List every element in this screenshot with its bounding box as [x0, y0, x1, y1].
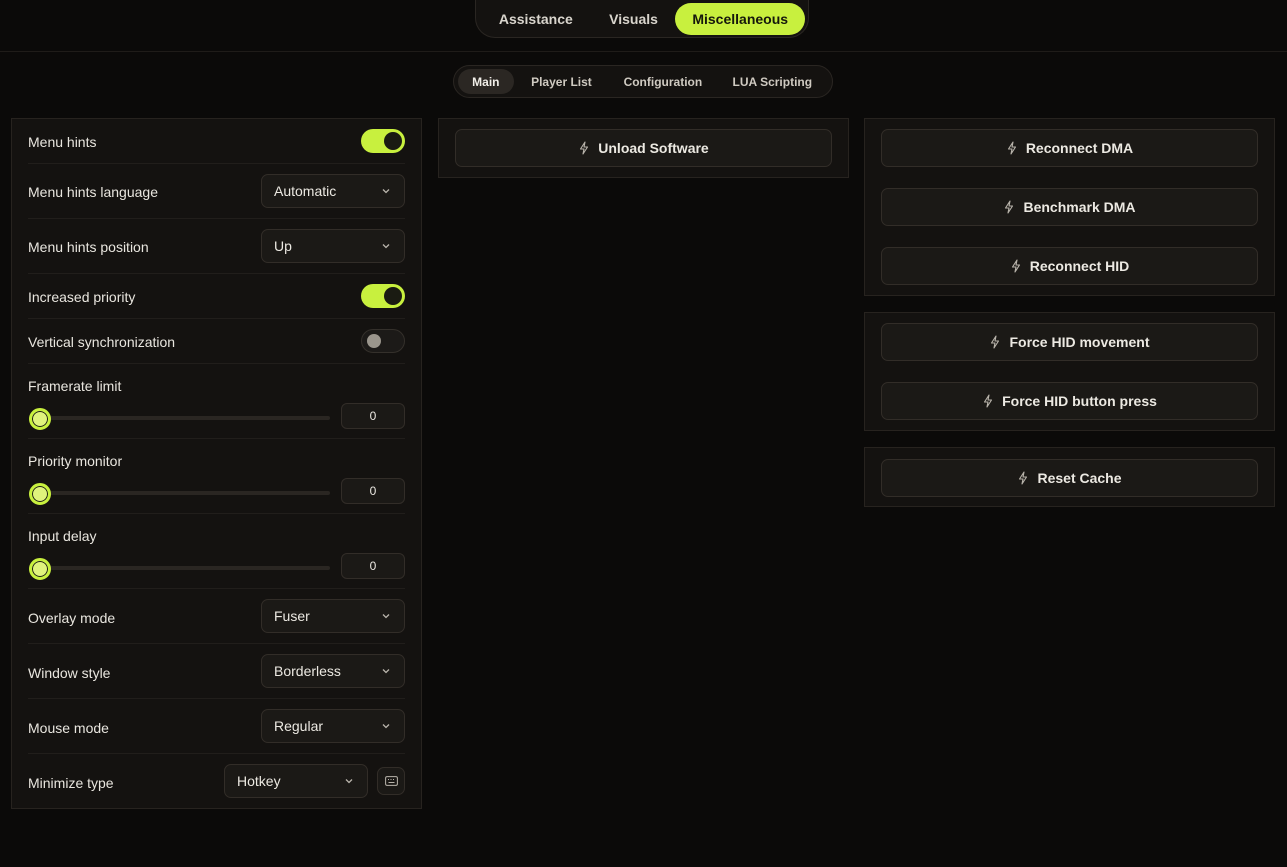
lightning-bolt-icon: [1005, 200, 1014, 214]
setting-menu-hints-language: Menu hints language Automatic: [28, 164, 405, 219]
reset-cache-button[interactable]: Reset Cache: [881, 459, 1258, 497]
lightning-bolt-icon: [1019, 471, 1028, 485]
chevron-down-icon: [345, 779, 353, 784]
setting-input-delay: Input delay 0: [28, 514, 405, 589]
input-delay-slider-handle[interactable]: [29, 558, 51, 580]
menu-hints-label: Menu hints: [28, 134, 97, 150]
force-hid-movement-button[interactable]: Force HID movement: [881, 323, 1258, 361]
minimize-hotkey-button[interactable]: [377, 767, 405, 795]
chevron-down-icon: [382, 669, 390, 674]
reconnect-dma-label: Reconnect DMA: [1025, 140, 1134, 156]
subtab-main[interactable]: Main: [458, 69, 514, 94]
minimize-type-select[interactable]: Hotkey: [224, 764, 368, 798]
sub-tab-bar: Main Player List Configuration LUA Scrip…: [453, 65, 833, 98]
window-style-select[interactable]: Borderless: [261, 654, 405, 688]
minimize-type-value: Hotkey: [237, 773, 281, 789]
setting-menu-hints: Menu hints: [28, 119, 405, 164]
benchmark-dma-label: Benchmark DMA: [1023, 199, 1136, 215]
priority-monitor-input[interactable]: 0: [341, 478, 405, 504]
lightning-bolt-icon: [984, 394, 993, 408]
minimize-type-label: Minimize type: [28, 775, 114, 791]
menu-hints-position-value: Up: [274, 238, 292, 254]
lightning-bolt-icon: [1007, 141, 1016, 155]
framerate-limit-label: Framerate limit: [28, 378, 122, 394]
framerate-limit-slider[interactable]: [38, 416, 330, 420]
increased-priority-toggle[interactable]: [361, 284, 405, 308]
menu-hints-toggle[interactable]: [361, 129, 405, 153]
priority-monitor-slider[interactable]: [38, 491, 330, 495]
main-tab-bar: Assistance Visuals Miscellaneous: [475, 0, 809, 38]
setting-overlay-mode: Overlay mode Fuser: [28, 589, 405, 644]
setting-framerate-limit: Framerate limit 0: [28, 364, 405, 439]
cache-panel: Reset Cache: [864, 447, 1275, 507]
reset-cache-label: Reset Cache: [1037, 470, 1122, 486]
software-panel: Unload Software: [438, 118, 849, 178]
menu-hints-position-select[interactable]: Up: [261, 229, 405, 263]
overlay-mode-value: Fuser: [274, 608, 310, 624]
mouse-mode-label: Mouse mode: [28, 720, 109, 736]
hid-panel: Force HID movement Force HID button pres…: [864, 312, 1275, 431]
subtab-player-list[interactable]: Player List: [514, 69, 609, 94]
window-style-label: Window style: [28, 665, 111, 681]
force-hid-movement-label: Force HID movement: [1009, 334, 1150, 350]
overlay-mode-label: Overlay mode: [28, 610, 116, 626]
menu-hints-language-select[interactable]: Automatic: [261, 174, 405, 208]
vertical-sync-toggle[interactable]: [361, 329, 405, 353]
force-hid-button-press-label: Force HID button press: [1002, 393, 1157, 409]
reconnect-hid-label: Reconnect HID: [1029, 258, 1130, 274]
input-delay-label: Input delay: [28, 528, 97, 544]
increased-priority-label: Increased priority: [28, 289, 136, 305]
input-delay-input[interactable]: 0: [341, 553, 405, 579]
lightning-bolt-icon: [580, 141, 589, 155]
priority-monitor-label: Priority monitor: [28, 453, 123, 469]
setting-increased-priority: Increased priority: [28, 274, 405, 319]
unload-software-button[interactable]: Unload Software: [455, 129, 832, 167]
setting-menu-hints-position: Menu hints position Up: [28, 219, 405, 274]
reconnect-dma-button[interactable]: Reconnect DMA: [881, 129, 1258, 167]
force-hid-button-press-button[interactable]: Force HID button press: [881, 382, 1258, 420]
input-delay-slider[interactable]: [38, 566, 330, 570]
vertical-sync-label: Vertical synchronization: [28, 334, 176, 350]
keyboard-icon: [384, 776, 398, 786]
priority-monitor-slider-handle[interactable]: [29, 483, 51, 505]
setting-mouse-mode: Mouse mode Regular: [28, 699, 405, 754]
framerate-limit-slider-handle[interactable]: [29, 408, 51, 430]
unload-software-label: Unload Software: [598, 140, 709, 156]
menu-hints-language-value: Automatic: [274, 183, 337, 199]
chevron-down-icon: [382, 724, 390, 729]
subtab-configuration[interactable]: Configuration: [609, 69, 716, 94]
setting-priority-monitor: Priority monitor 0: [28, 439, 405, 514]
settings-panel: Menu hints Menu hints language Automatic…: [11, 118, 422, 809]
overlay-mode-select[interactable]: Fuser: [261, 599, 405, 633]
chevron-down-icon: [382, 189, 390, 194]
reconnect-hid-button[interactable]: Reconnect HID: [881, 247, 1258, 285]
tab-visuals[interactable]: Visuals: [592, 3, 676, 35]
tab-assistance[interactable]: Assistance: [480, 3, 592, 35]
dma-panel: Reconnect DMA Benchmark DMA Reconnect HI…: [864, 118, 1275, 296]
chevron-down-icon: [382, 244, 390, 249]
tab-miscellaneous[interactable]: Miscellaneous: [675, 2, 805, 35]
benchmark-dma-button[interactable]: Benchmark DMA: [881, 188, 1258, 226]
setting-minimize-type: Minimize type Hotkey: [28, 754, 405, 809]
menu-hints-position-label: Menu hints position: [28, 239, 149, 255]
mouse-mode-select[interactable]: Regular: [261, 709, 405, 743]
mouse-mode-value: Regular: [274, 718, 324, 734]
setting-window-style: Window style Borderless: [28, 644, 405, 699]
framerate-limit-input[interactable]: 0: [341, 403, 405, 429]
setting-vertical-sync: Vertical synchronization: [28, 319, 405, 364]
header-divider: [0, 51, 1287, 52]
menu-hints-language-label: Menu hints language: [28, 184, 158, 200]
lightning-bolt-icon: [991, 335, 1000, 349]
chevron-down-icon: [382, 614, 390, 619]
lightning-bolt-icon: [1011, 259, 1020, 273]
subtab-lua-scripting[interactable]: LUA Scripting: [717, 69, 828, 94]
window-style-value: Borderless: [274, 663, 341, 679]
